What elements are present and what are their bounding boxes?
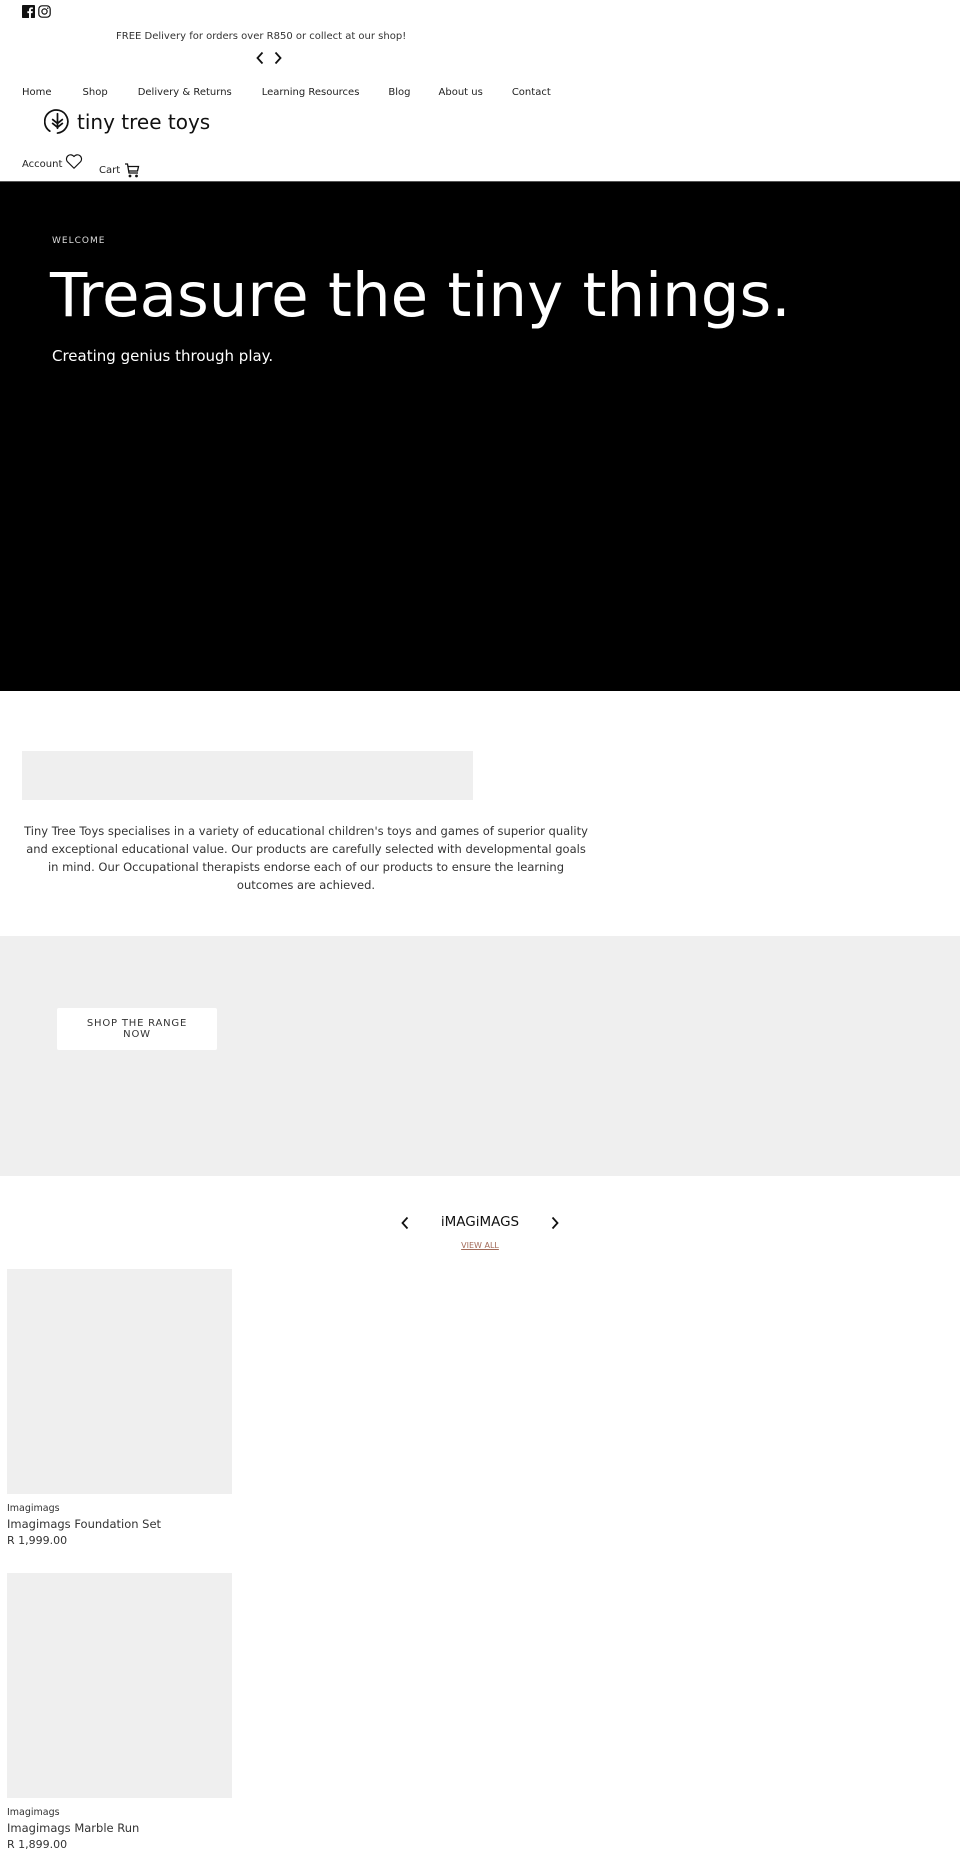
intro-image-placeholder [22, 751, 473, 800]
announcement-nav [255, 51, 283, 65]
facebook-icon[interactable] [22, 5, 35, 18]
product-price: R 1,899.00 [7, 1838, 68, 1851]
nav-item-delivery-returns[interactable]: Delivery & Returns [138, 87, 232, 98]
hero-subtitle: Creating genius through play. [52, 347, 274, 365]
collection-next-button[interactable] [550, 1216, 560, 1230]
nav-item-home[interactable]: Home [22, 87, 52, 98]
nav-item-contact[interactable]: Contact [512, 87, 551, 98]
main-nav: Home Shop Delivery & Returns Learning Re… [22, 87, 551, 98]
nav-item-learning-resources[interactable]: Learning Resources [262, 87, 360, 98]
logo-text: tiny tree toys [77, 109, 211, 134]
cart-label: Cart [99, 165, 121, 176]
nav-item-about-us[interactable]: About us [439, 87, 483, 98]
hero-title: Treasure the tiny things. [50, 260, 791, 331]
site-logo[interactable]: tiny tree toys [44, 108, 210, 135]
hero-banner: WELCOME Treasure the tiny things. Creati… [0, 181, 960, 691]
chevron-left-icon[interactable] [255, 51, 265, 65]
cart-icon [125, 163, 140, 178]
shop-the-range-button[interactable]: SHOP THE RANGE NOW [57, 1008, 217, 1050]
product-vendor: Imagimags [7, 1807, 60, 1818]
product-price: R 1,999.00 [7, 1534, 68, 1547]
product-title[interactable]: Imagimags Marble Run [7, 1821, 139, 1835]
product-image[interactable] [7, 1269, 232, 1494]
announcement-text: FREE Delivery for orders over R850 or co… [116, 31, 407, 42]
account-label: Account [22, 159, 63, 170]
cart-link[interactable]: Cart [99, 162, 140, 179]
account-link[interactable]: Account [22, 154, 83, 170]
tree-logo-icon [44, 109, 69, 134]
product-title[interactable]: Imagimags Foundation Set [7, 1517, 161, 1531]
hero-eyebrow: WELCOME [52, 236, 106, 246]
promo-banner [0, 936, 960, 1176]
chevron-right-icon [551, 1216, 559, 1230]
product-image[interactable] [7, 1573, 232, 1798]
intro-text: Tiny Tree Toys specialises in a variety … [24, 824, 588, 892]
nav-item-shop[interactable]: Shop [83, 87, 108, 98]
chevron-right-icon[interactable] [273, 51, 283, 65]
social-links [22, 5, 51, 18]
heart-icon [66, 154, 83, 169]
view-all-link[interactable]: VIEW ALL [380, 1241, 580, 1250]
nav-item-blog[interactable]: Blog [388, 87, 410, 98]
product-vendor: Imagimags [7, 1503, 60, 1514]
instagram-icon[interactable] [38, 5, 51, 18]
